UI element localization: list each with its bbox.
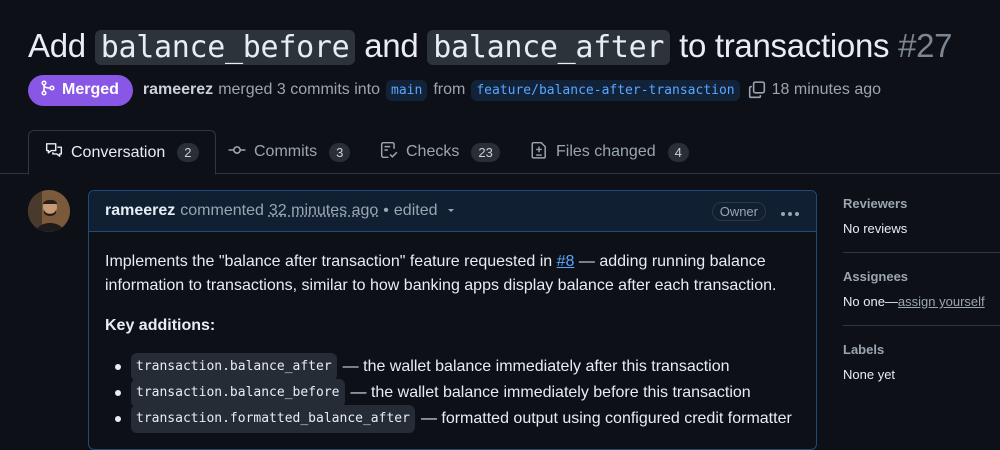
checklist-icon	[380, 141, 398, 164]
bullet	[115, 390, 121, 396]
bullet	[115, 364, 121, 370]
tab-counter: 4	[668, 143, 689, 162]
assignees-value: No one—assign yourself	[843, 294, 1000, 309]
inline-code: transaction.formatted_balance_after	[131, 405, 415, 433]
title-code-balance-before: balance_before	[95, 30, 356, 65]
assignees-heading[interactable]: Assignees	[843, 269, 1000, 284]
comment-time[interactable]: 32 minutes ago	[269, 202, 378, 220]
item-text: — formatted output using configured cred…	[421, 407, 792, 431]
comment-intro: Implements the "balance after transactio…	[105, 250, 800, 298]
inline-code: transaction.balance_before	[131, 379, 345, 407]
reviewers-heading[interactable]: Reviewers	[843, 196, 1000, 211]
file-diff-icon	[530, 141, 548, 164]
title-text: and	[364, 27, 418, 64]
merged-time: 18 minutes ago	[772, 81, 881, 99]
bullet	[115, 416, 121, 422]
git-merge-icon	[40, 80, 56, 101]
tab-files-changed[interactable]: Files changed 4	[530, 130, 689, 174]
edited-dropdown[interactable]: edited	[394, 202, 456, 220]
inline-code: transaction.balance_after	[131, 353, 337, 381]
tab-conversation[interactable]: Conversation 2	[28, 130, 216, 175]
item-text: — the wallet balance immediately before …	[351, 381, 751, 405]
tab-counter: 23	[471, 143, 499, 162]
tab-counter: 2	[177, 143, 198, 162]
pr-meta: Merged rameerez merged 3 commits into ma…	[28, 74, 881, 106]
item-text: — the wallet balance immediately after t…	[343, 355, 730, 379]
list-item: transaction.balance_before — the wallet …	[115, 380, 800, 406]
assignees-section: Assignees No one—assign yourself	[843, 269, 1000, 326]
merged-badge: Merged	[28, 75, 133, 106]
tab-label: Conversation	[71, 144, 165, 162]
base-branch[interactable]: main	[386, 80, 427, 101]
additions-list: transaction.balance_after — the wallet b…	[105, 354, 800, 432]
assign-yourself-link[interactable]: assign yourself	[898, 294, 985, 309]
triangle-down-icon	[446, 202, 456, 219]
comment-discussion-icon	[45, 141, 63, 164]
tab-commits[interactable]: Commits 3	[228, 130, 350, 174]
pr-sidebar: Reviewers No reviews Assignees No one—as…	[843, 190, 1000, 414]
tab-label: Commits	[254, 143, 317, 161]
list-item: transaction.formatted_balance_after — fo…	[115, 406, 800, 432]
pr-tabs: Conversation 2 Commits 3 Checks 23 Files…	[0, 130, 1000, 174]
from-text: from	[433, 81, 465, 99]
kebab-horizontal-icon[interactable]	[780, 200, 800, 223]
comment-header: rameerez commented 32 minutes ago • edit…	[89, 191, 816, 232]
reviewers-section: Reviewers No reviews	[843, 196, 1000, 253]
intro-text: Implements the "balance after transactio…	[105, 253, 552, 270]
title-code-balance-after: balance_after	[427, 30, 670, 65]
tab-checks[interactable]: Checks 23	[380, 130, 500, 174]
pr-number: #27	[898, 27, 952, 64]
assignees-none: No one—	[843, 294, 898, 309]
edited-label: edited	[394, 202, 438, 219]
separator: •	[383, 202, 389, 220]
avatar[interactable]	[28, 190, 70, 232]
tab-counter: 3	[329, 143, 350, 162]
reviewers-value: No reviews	[843, 221, 1000, 236]
labels-heading[interactable]: Labels	[843, 342, 1000, 357]
comment-card: rameerez commented 32 minutes ago • edit…	[88, 190, 817, 450]
merged-label: Merged	[62, 81, 119, 99]
head-branch[interactable]: feature/balance-after-transaction	[471, 80, 739, 101]
labels-value: None yet	[843, 367, 1000, 382]
copy-icon[interactable]	[748, 81, 766, 99]
tab-label: Files changed	[556, 143, 656, 161]
tab-label: Checks	[406, 143, 459, 161]
title-text: to transactions	[679, 27, 889, 64]
git-commit-icon	[228, 141, 246, 164]
key-additions-heading: Key additions:	[105, 317, 215, 334]
owner-badge: Owner	[712, 202, 766, 221]
author-link[interactable]: rameerez	[143, 81, 213, 99]
comment-author[interactable]: rameerez	[105, 202, 175, 220]
issue-link[interactable]: #8	[557, 253, 575, 270]
commented-text: commented	[180, 202, 264, 220]
title-text: Add	[28, 27, 86, 64]
comment-body: Implements the "balance after transactio…	[89, 232, 816, 432]
labels-section: Labels None yet	[843, 342, 1000, 398]
list-item: transaction.balance_after — the wallet b…	[115, 354, 800, 380]
pr-title: Add balance_before and balance_after to …	[28, 26, 952, 68]
merged-text: merged 3 commits into	[218, 81, 380, 99]
